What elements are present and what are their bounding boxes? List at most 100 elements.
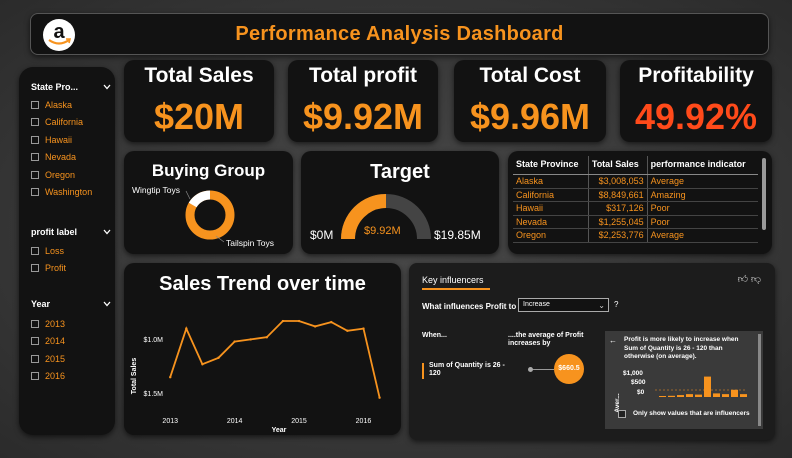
kpi-total-cost: Total Cost $9.96M	[454, 60, 606, 142]
checkbox[interactable]	[31, 153, 39, 162]
table-cell: $317,126	[587, 201, 648, 216]
influencers-only-checkbox[interactable]	[618, 410, 626, 418]
thumbs-down-icon[interactable]: 👎︎	[751, 274, 761, 285]
mini-bar[interactable]	[659, 396, 666, 397]
active-tab-indicator	[422, 288, 490, 290]
thumbs-up-icon[interactable]: 👍︎	[738, 274, 748, 285]
slicer-option[interactable]: California	[31, 114, 111, 132]
mini-bar[interactable]	[668, 395, 675, 397]
influence-direction-select[interactable]: Increase ⌄	[518, 298, 609, 312]
trend-point[interactable]	[330, 320, 333, 324]
trend-point[interactable]	[281, 319, 285, 323]
donut-slice-wingtip[interactable]	[188, 190, 211, 208]
trend-point[interactable]	[297, 319, 301, 323]
influencer-selected-bar	[422, 363, 424, 379]
checkbox[interactable]	[31, 246, 39, 255]
chevron-down-icon[interactable]	[103, 84, 111, 90]
mini-bar[interactable]	[740, 394, 747, 397]
state-slicer-title: State Pro...	[31, 82, 79, 92]
slicer-option[interactable]: Hawaii	[31, 131, 111, 149]
slicer-option-label: 2016	[45, 371, 66, 382]
mini-bar[interactable]	[704, 376, 711, 397]
slicer-option[interactable]: Nevada	[31, 149, 111, 167]
trend-point[interactable]	[378, 396, 381, 399]
checkbox[interactable]	[31, 354, 39, 363]
trend-point[interactable]	[265, 336, 269, 339]
table-cell: Poor	[646, 215, 758, 229]
table-row[interactable]: California $8,849,661 Amazing	[513, 188, 758, 202]
trend-point[interactable]	[313, 325, 317, 328]
kpi-value: $9.96M	[469, 96, 591, 137]
checkbox[interactable]	[31, 372, 39, 381]
trend-point[interactable]	[201, 363, 204, 366]
checkbox[interactable]	[31, 188, 39, 197]
checkbox[interactable]	[31, 118, 39, 127]
profit-label-slicer: profit label Loss Profit	[31, 226, 111, 277]
help-icon[interactable]: ?	[614, 300, 618, 309]
slicer-option[interactable]: 2015	[31, 350, 111, 368]
x-tick-label: 2013	[162, 418, 178, 425]
influence-question: What influences Profit to	[422, 302, 517, 311]
table-row[interactable]: Oregon $2,253,776 Average	[513, 228, 758, 243]
detail-scrollbar[interactable]	[758, 334, 761, 426]
slicer-option[interactable]: 2016	[31, 368, 111, 386]
slicer-option[interactable]: Profit	[31, 260, 111, 278]
checkbox[interactable]	[31, 135, 39, 144]
mini-bar[interactable]	[722, 394, 729, 397]
slicer-option[interactable]: Loss	[31, 242, 111, 260]
key-influencers-visual: Key influencers 👍︎ 👎︎ What influences Pr…	[409, 263, 775, 440]
column-header[interactable]: performance indicator	[646, 156, 758, 175]
kpi-total-sales: Total Sales $20M	[124, 60, 274, 142]
slicer-option[interactable]: Alaska	[31, 96, 111, 114]
table-cell: Average	[646, 174, 758, 189]
slicer-option[interactable]: 2014	[31, 333, 111, 351]
donut-label-wingtip: Wingtip Toys	[132, 185, 180, 195]
table-row[interactable]: Hawaii $317,126 Poor	[513, 201, 758, 216]
slicer-option[interactable]: Oregon	[31, 166, 111, 184]
trend-point[interactable]	[249, 338, 252, 341]
y-axis-label: Total Sales	[131, 358, 138, 395]
mini-bar[interactable]	[731, 389, 738, 397]
sales-trend-line[interactable]	[169, 320, 381, 398]
slicer-option[interactable]: 2013	[31, 315, 111, 333]
column-header[interactable]: State Province	[513, 156, 589, 175]
mini-bar[interactable]	[713, 393, 720, 397]
gauge-max-label: $19.85M	[434, 228, 481, 242]
checkbox[interactable]	[31, 100, 39, 109]
chevron-down-icon[interactable]	[103, 229, 111, 235]
mini-bar[interactable]	[677, 395, 684, 397]
influencer-value-bubble[interactable]: $660.5	[554, 354, 584, 384]
column-header[interactable]: Total Sales	[587, 156, 648, 175]
mini-bar[interactable]	[686, 394, 693, 397]
influencer-dot	[528, 367, 533, 372]
table-row[interactable]: Alaska $3,008,053 Average	[513, 174, 758, 189]
checkbox[interactable]	[31, 337, 39, 346]
trend-point[interactable]	[233, 340, 236, 343]
table-cell: Poor	[646, 201, 758, 216]
kpi-total-profit: Total profit $9.92M	[288, 60, 438, 142]
back-arrow-icon[interactable]: ←	[609, 336, 617, 345]
slicer-option[interactable]: Washington	[31, 184, 111, 202]
trend-point[interactable]	[185, 327, 188, 330]
chevron-down-icon[interactable]	[103, 301, 111, 307]
chevron-down-icon: ⌄	[598, 301, 605, 310]
x-tick-label: 2016	[356, 418, 372, 425]
kpi-value: 49.92%	[634, 96, 758, 137]
kpi-profitability: Profitability 49.92%	[620, 60, 772, 142]
tab-key-influencers[interactable]: Key influencers	[422, 275, 484, 285]
trend-point[interactable]	[217, 356, 220, 359]
trend-point[interactable]	[362, 327, 365, 330]
state-sales-table-card: State Province Total Sales performance i…	[508, 151, 772, 254]
checkbox[interactable]	[31, 319, 39, 328]
checkbox[interactable]	[31, 170, 39, 179]
table-scrollbar[interactable]	[762, 158, 766, 230]
mini-bar[interactable]	[695, 394, 702, 397]
influencer-condition[interactable]: Sum of Quantity is 26 - 120	[429, 362, 514, 378]
table-row[interactable]: Nevada $1,255,045 Poor	[513, 215, 758, 229]
slicer-option-label: Profit	[45, 263, 67, 274]
checkbox[interactable]	[31, 264, 39, 273]
trend-point[interactable]	[169, 376, 172, 379]
slicer-option-label: Washington	[45, 187, 93, 198]
trend-point[interactable]	[346, 329, 349, 332]
slicer-option-label: Loss	[45, 245, 65, 256]
